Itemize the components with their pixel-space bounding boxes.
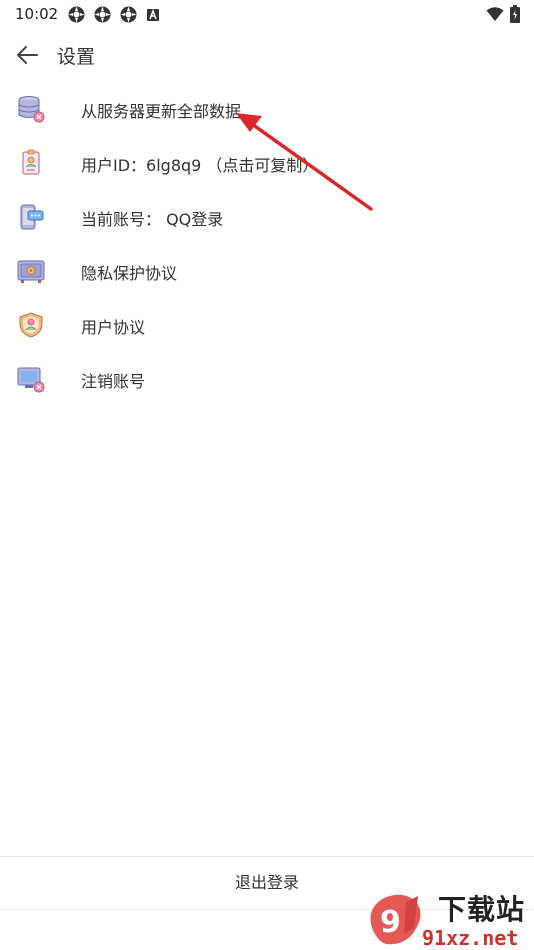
user-id-item[interactable]: 用户ID：6lg8q9 （点击可复制） (0, 136, 534, 190)
id-badge-icon (17, 149, 45, 177)
database-sync-icon (17, 95, 45, 123)
settings-screen: 10:02 设置 从服务器更新全部数据 用户ID：6lg8q9 （点击可复制） … (0, 0, 534, 950)
site-watermark: 9 下载站 91xz.net (364, 888, 534, 950)
notification-app-icon (94, 6, 111, 27)
item-label: 隐私保护协议 (81, 264, 178, 283)
item-label: 从服务器更新全部数据 (81, 102, 242, 121)
update-data-item[interactable]: 从服务器更新全部数据 (0, 82, 534, 136)
svg-text:9: 9 (380, 905, 401, 940)
notification-app-icon (120, 6, 137, 27)
privacy-policy-item[interactable]: 隐私保护协议 (0, 244, 534, 298)
wifi-icon (486, 6, 504, 26)
cancel-account-item[interactable]: 注销账号 (0, 352, 534, 406)
page-title: 设置 (57, 46, 96, 68)
system-icons (486, 5, 520, 27)
item-label: 当前账号： QQ登录 (81, 210, 224, 229)
phone-chat-icon (17, 203, 45, 231)
monitor-delete-icon (17, 365, 45, 393)
safe-lock-icon (17, 257, 45, 285)
battery-charging-icon (510, 5, 520, 27)
settings-list: 从服务器更新全部数据 用户ID：6lg8q9 （点击可复制） 当前账号： QQ登… (0, 82, 534, 406)
watermark-text-top: 下载站 (438, 893, 526, 926)
back-arrow-icon[interactable] (16, 44, 40, 66)
notification-icons (68, 6, 160, 27)
notification-app-icon (68, 6, 85, 27)
status-time: 10:02 (15, 5, 59, 23)
notification-a-icon (146, 7, 160, 26)
item-label: 注销账号 (81, 372, 146, 391)
current-account-item[interactable]: 当前账号： QQ登录 (0, 190, 534, 244)
status-bar: 10:02 (0, 0, 534, 28)
watermark-text-bottom: 91xz.net (422, 926, 519, 950)
shield-user-icon (17, 311, 45, 339)
item-label: 用户协议 (81, 318, 146, 337)
item-label: 用户ID：6lg8q9 （点击可复制） (81, 156, 319, 175)
user-agreement-item[interactable]: 用户协议 (0, 298, 534, 352)
app-header: 设置 (0, 30, 534, 80)
